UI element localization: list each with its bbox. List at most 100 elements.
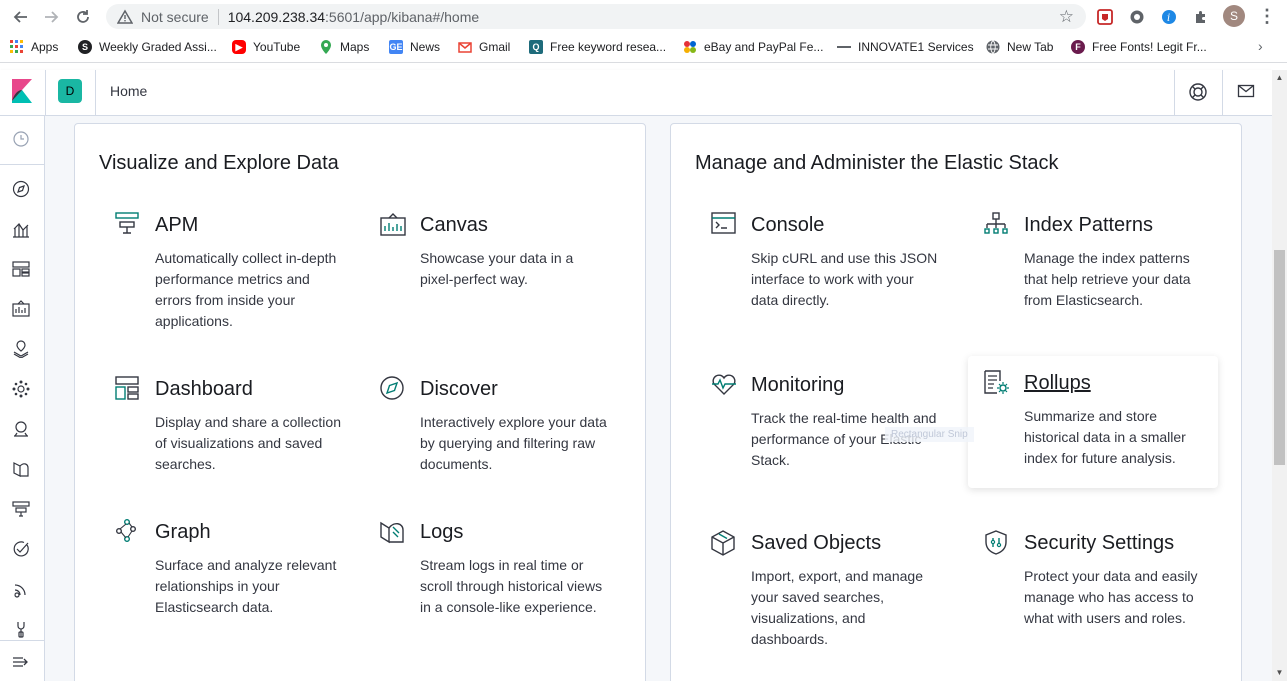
logs-icon: [380, 519, 406, 545]
feature-graph[interactable]: Graph Surface and analyze relevant relat…: [115, 519, 365, 629]
bookmark-star-icon[interactable]: ☆: [1059, 7, 1074, 27]
feature-title: Discover: [420, 378, 498, 400]
bookmark-free-fonts[interactable]: F Free Fonts! Legit Fr...: [1071, 40, 1207, 54]
browser-menu-icon[interactable]: ⋮: [1258, 6, 1276, 27]
dashboard-icon[interactable]: [12, 260, 32, 280]
feature-discover[interactable]: Discover Interactively explore your data…: [380, 376, 630, 486]
apps-grid-icon: [10, 40, 24, 54]
feature-rollups[interactable]: Rollups Summarize and store historical d…: [968, 356, 1218, 488]
canvas-icon[interactable]: [12, 300, 32, 320]
bookmark-label: eBay and PayPal Fe...: [704, 40, 824, 54]
youtube-icon: ▶: [232, 40, 246, 54]
url-host[interactable]: 104.209.238.34: [228, 9, 325, 25]
forward-arrow-icon[interactable]: [40, 6, 62, 28]
feature-canvas[interactable]: Canvas Showcase your data in a pixel-per…: [380, 212, 630, 312]
maps-pin-icon: [319, 40, 333, 54]
apm-icon: [115, 212, 141, 238]
feature-title: Graph: [155, 521, 211, 543]
bookmark-gmail[interactable]: Gmail: [458, 40, 510, 54]
feature-description: Interactively explore your data by query…: [420, 414, 607, 472]
discover-compass-icon[interactable]: [12, 180, 32, 200]
bookmark-weekly-graded[interactable]: S Weekly Graded Assi...: [78, 40, 217, 54]
scroll-down-icon[interactable]: ▼: [1275, 668, 1284, 677]
feature-saved-objects[interactable]: Saved Objects Import, export, and manage…: [711, 530, 961, 660]
shield-extension-icon[interactable]: [1095, 7, 1115, 27]
ml-icon[interactable]: [12, 380, 32, 400]
feature-dashboard[interactable]: Dashboard Display and share a collection…: [115, 376, 365, 486]
expand-nav-icon[interactable]: [12, 653, 32, 673]
feature-logs[interactable]: Logs Stream logs in real time or scroll …: [380, 519, 630, 649]
reload-icon[interactable]: [72, 6, 94, 28]
feature-title: Dashboard: [155, 378, 253, 400]
rollups-icon: [984, 370, 1010, 396]
dashboard-icon: [115, 376, 141, 402]
feature-index-patterns[interactable]: Index Patterns Manage the index patterns…: [984, 212, 1234, 322]
dev-tools-wrench-icon[interactable]: [12, 620, 32, 640]
bookmark-new-tab[interactable]: New Tab: [986, 40, 1053, 54]
visualize-explore-panel: Visualize and Explore Data APM Automatic…: [74, 123, 646, 681]
siem-signal-icon[interactable]: [12, 580, 32, 600]
visualize-chart-icon[interactable]: [12, 220, 32, 240]
scroll-up-icon[interactable]: ▲: [1275, 73, 1284, 82]
feature-description: Automatically collect in-depth performan…: [155, 250, 337, 329]
feature-console[interactable]: Console Skip cURL and use this JSON inte…: [711, 212, 961, 322]
google-news-icon: GE: [389, 40, 403, 54]
warning-triangle-icon[interactable]: [117, 9, 133, 25]
mail-icon[interactable]: [1237, 82, 1257, 102]
apm-icon[interactable]: [12, 500, 32, 520]
fonts-icon: F: [1071, 40, 1085, 54]
bookmark-maps[interactable]: Maps: [319, 40, 369, 54]
kibana-logo-icon[interactable]: [10, 79, 36, 105]
back-arrow-icon[interactable]: [10, 6, 32, 28]
snip-tooltip: Rectangular Snip: [885, 427, 974, 442]
puzzle-extensions-icon[interactable]: [1191, 7, 1211, 27]
bookmark-ebay[interactable]: eBay and PayPal Fe...: [683, 40, 823, 54]
manage-administer-panel: Manage and Administer the Elastic Stack …: [670, 123, 1242, 681]
page-scrollbar[interactable]: ▲ ▼: [1272, 70, 1287, 681]
bookmark-label: Free Fonts! Legit Fr...: [1092, 40, 1207, 54]
space-avatar[interactable]: D: [58, 79, 82, 103]
kibana-header: D Home: [0, 70, 1272, 116]
uptime-icon[interactable]: [12, 540, 32, 560]
circle-extension-icon[interactable]: [1127, 7, 1147, 27]
profile-avatar[interactable]: S: [1223, 5, 1245, 27]
bookmarks-more-icon[interactable]: ›: [1258, 38, 1263, 54]
maps-layers-icon[interactable]: [12, 340, 32, 360]
header-divider: [95, 70, 96, 116]
feature-security-settings[interactable]: Security Settings Protect your data and …: [984, 530, 1234, 660]
saved-objects-icon: [711, 530, 737, 556]
bookmark-innovate[interactable]: INNOVATE1 Services: [837, 40, 974, 54]
help-lifebuoy-icon[interactable]: [1188, 82, 1208, 102]
feature-title: Security Settings: [1024, 532, 1175, 554]
panel-title: Visualize and Explore Data: [99, 152, 339, 174]
feature-title: Monitoring: [751, 374, 845, 396]
index-patterns-icon: [984, 212, 1010, 238]
recently-viewed-clock-icon[interactable]: [12, 130, 32, 150]
feature-title: Rollups: [1024, 372, 1091, 394]
address-bar[interactable]: Not secure 104.209.238.34:5601/app/kiban…: [106, 4, 1086, 29]
monitoring-icon: [711, 372, 737, 398]
bookmark-label: Weekly Graded Assi...: [99, 40, 217, 54]
feature-description: Stream logs in real time or scroll throu…: [420, 557, 603, 615]
breadcrumb: Home: [110, 83, 148, 99]
console-icon: [711, 212, 737, 238]
header-divider: [1174, 70, 1175, 116]
scroll-thumb[interactable]: [1274, 250, 1285, 465]
bookmark-apps[interactable]: Apps: [10, 40, 58, 54]
header-divider: [45, 70, 46, 116]
bookmark-youtube[interactable]: ▶ YouTube: [232, 40, 300, 54]
canvas-icon: [380, 212, 406, 238]
feature-description: Showcase your data in a pixel-perfect wa…: [420, 250, 574, 287]
infrastructure-icon[interactable]: [12, 420, 32, 440]
not-secure-label[interactable]: Not secure: [141, 9, 209, 25]
bookmark-news[interactable]: GE News: [389, 40, 440, 54]
bookmarks-bar: Apps S Weekly Graded Assi... ▶ YouTube M…: [0, 33, 1287, 63]
bookmark-label: YouTube: [253, 40, 301, 54]
feature-description: Import, export, and manage your saved se…: [751, 568, 923, 647]
logs-icon[interactable]: [12, 460, 32, 480]
info-extension-icon[interactable]: i: [1159, 7, 1179, 27]
url-path[interactable]: :5601/app/kibana#/home: [325, 9, 479, 25]
feature-title: Saved Objects: [751, 532, 882, 554]
bookmark-keyword[interactable]: Q Free keyword resea...: [529, 40, 666, 54]
feature-apm[interactable]: APM Automatically collect in-depth perfo…: [115, 212, 365, 342]
